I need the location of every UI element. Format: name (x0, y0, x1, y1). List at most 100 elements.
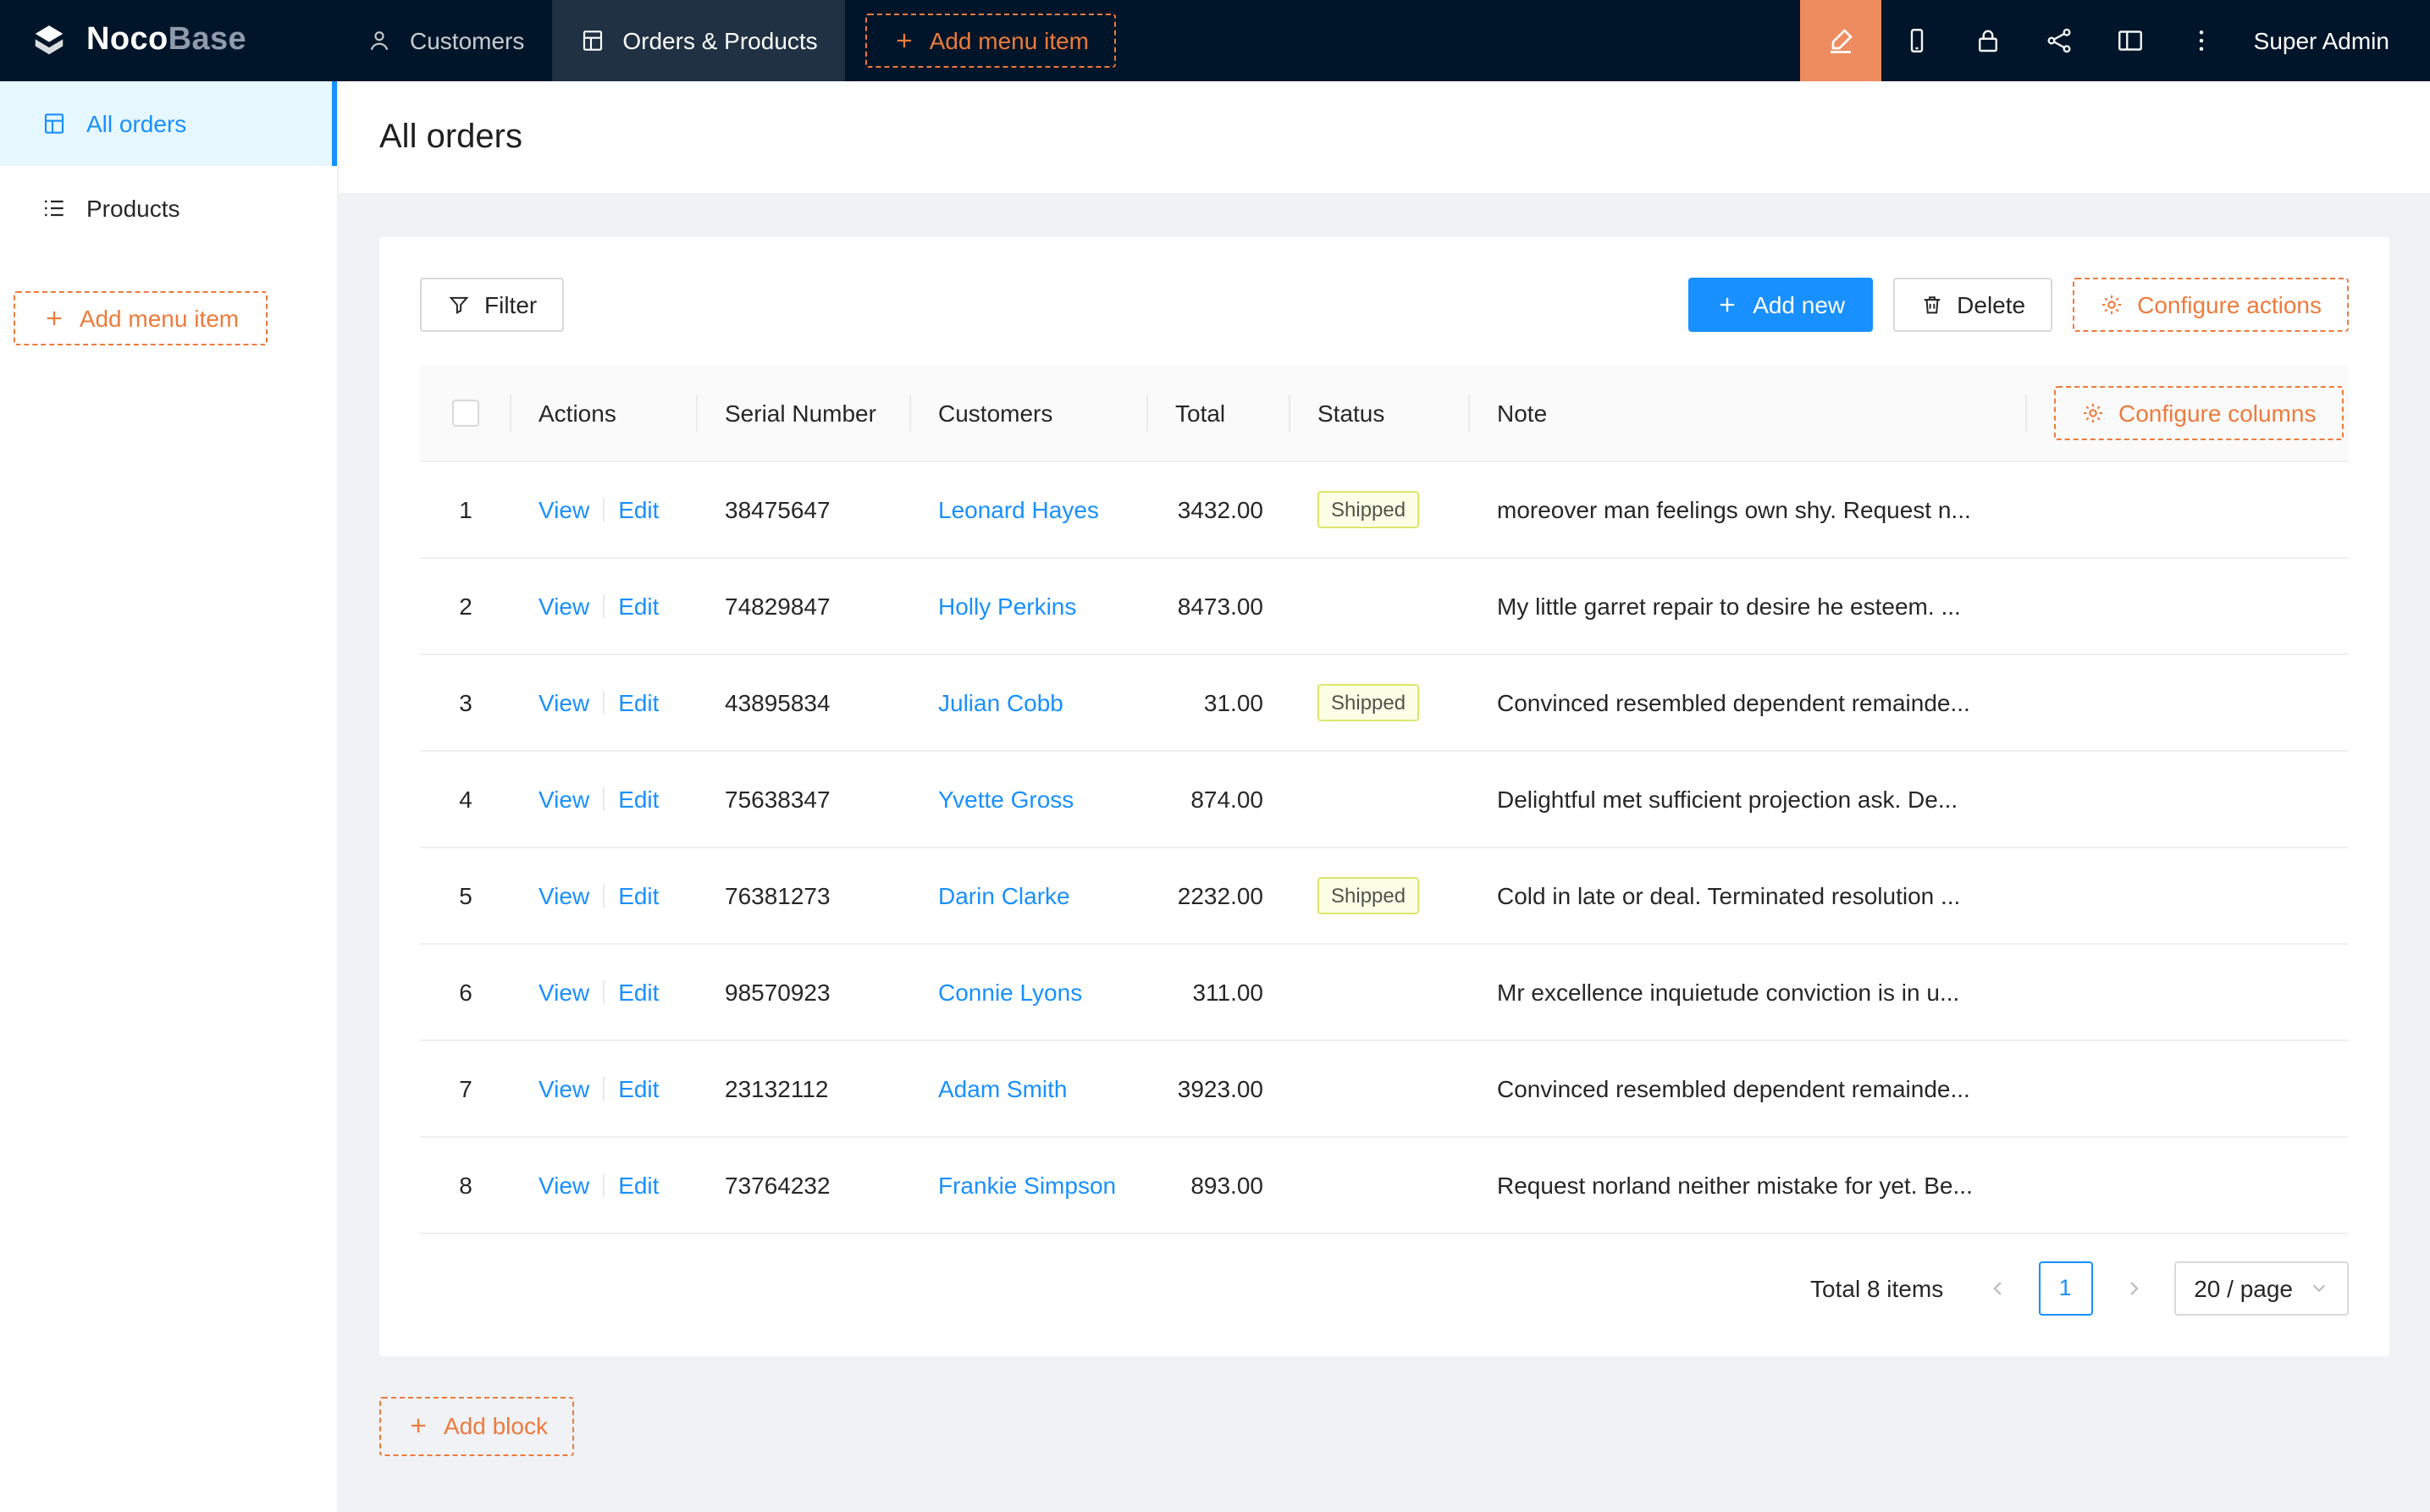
configure-columns-spacer-cell (2027, 1136, 2349, 1233)
action-divider (603, 593, 605, 617)
customer-link[interactable]: Connie Lyons (938, 978, 1082, 1005)
configure-columns-button[interactable]: Configure columns (2054, 386, 2343, 440)
status-cell (1290, 943, 1470, 1040)
add-block-button[interactable]: Add block (379, 1396, 575, 1455)
sidebar-item-products[interactable]: Products (0, 166, 337, 251)
row-index[interactable]: 2 (420, 557, 511, 654)
row-index[interactable]: 1 (420, 461, 511, 557)
status-cell (1290, 1040, 1470, 1136)
serial-cell: 74829847 (698, 557, 911, 654)
view-link[interactable]: View (538, 1171, 589, 1198)
customer-link[interactable]: Yvette Gross (938, 785, 1074, 812)
action-divider (603, 497, 605, 521)
view-link[interactable]: View (538, 495, 589, 522)
edit-link[interactable]: Edit (618, 978, 659, 1005)
action-divider (603, 690, 605, 714)
app-logo[interactable]: NocoBase (0, 19, 339, 63)
view-link[interactable]: View (538, 592, 589, 619)
view-link[interactable]: View (538, 688, 589, 715)
serial-cell: 38475647 (698, 461, 911, 557)
api-button[interactable] (2024, 0, 2095, 81)
pagination-next-button[interactable] (2106, 1261, 2160, 1315)
body-frame: All orders Products Add menu item All or… (0, 81, 2430, 1512)
list-icon (41, 195, 68, 222)
table-row[interactable]: 3 ViewEdit 43895834 Julian Cobb 31.00 Sh… (420, 654, 2349, 750)
edit-link[interactable]: Edit (618, 881, 659, 908)
add-new-button[interactable]: Add new (1688, 278, 1872, 332)
view-link[interactable]: View (538, 881, 589, 908)
customer-link[interactable]: Leonard Hayes (938, 495, 1099, 522)
more-button[interactable] (2166, 0, 2237, 81)
select-all-checkbox[interactable] (452, 400, 479, 428)
total-cell: 874.00 (1148, 750, 1290, 847)
status-cell (1290, 750, 1470, 847)
edit-link[interactable]: Edit (618, 1171, 659, 1198)
sidebar-item-label: All orders (86, 110, 186, 137)
header-add-menu-item-button[interactable]: Add menu item (865, 14, 1116, 68)
customer-link[interactable]: Darin Clarke (938, 881, 1070, 908)
note-cell: Convinced resembled dependent remainde..… (1470, 654, 2027, 750)
customer-link[interactable]: Holly Perkins (938, 592, 1076, 619)
edit-link[interactable]: Edit (618, 495, 659, 522)
row-index[interactable]: 7 (420, 1040, 511, 1136)
row-index[interactable]: 3 (420, 654, 511, 750)
customer-link[interactable]: Frankie Simpson (938, 1171, 1116, 1198)
filter-button[interactable]: Filter (420, 278, 564, 332)
customer-link[interactable]: Adam Smith (938, 1074, 1068, 1101)
pagination-prev-button[interactable] (1970, 1261, 2024, 1315)
table-row[interactable]: 1 ViewEdit 38475647 Leonard Hayes 3432.0… (420, 461, 2349, 557)
edit-link[interactable]: Edit (618, 688, 659, 715)
customer-link[interactable]: Julian Cobb (938, 688, 1063, 715)
serial-cell: 98570923 (698, 943, 911, 1040)
layout-button[interactable] (2095, 0, 2166, 81)
view-link[interactable]: View (538, 1074, 589, 1101)
view-link[interactable]: View (538, 785, 589, 812)
table-row[interactable]: 4 ViewEdit 75638347 Yvette Gross 874.00 … (420, 750, 2349, 847)
mobile-button[interactable] (1881, 0, 1952, 81)
row-index[interactable]: 5 (420, 847, 511, 943)
header-actions: Super Admin (1800, 0, 2430, 81)
filter-button-label: Filter (484, 291, 537, 318)
configure-actions-label: Configure actions (2137, 291, 2322, 318)
table-row[interactable]: 6 ViewEdit 98570923 Connie Lyons 311.00 … (420, 943, 2349, 1040)
table-row[interactable]: 5 ViewEdit 76381273 Darin Clarke 2232.00… (420, 847, 2349, 943)
edit-link[interactable]: Edit (618, 785, 659, 812)
configure-columns-spacer-cell (2027, 1040, 2349, 1136)
add-block-label: Add block (444, 1412, 548, 1439)
customer-cell: Yvette Gross (911, 750, 1148, 847)
sidebar-item-all-orders[interactable]: All orders (0, 81, 337, 166)
sidebar-add-menu-item-button[interactable]: Add menu item (14, 291, 268, 345)
mobile-icon (1902, 25, 1932, 56)
configure-columns-header: Configure columns (2027, 366, 2349, 461)
action-divider (603, 1076, 605, 1100)
lock-button[interactable] (1952, 0, 2024, 81)
page-size-select[interactable]: 20 / page (2173, 1261, 2349, 1315)
serial-cell: 73764232 (698, 1136, 911, 1233)
configure-actions-button[interactable]: Configure actions (2073, 278, 2349, 332)
row-index[interactable]: 8 (420, 1136, 511, 1233)
table-body: 1 ViewEdit 38475647 Leonard Hayes 3432.0… (420, 461, 2349, 1233)
pagination-page-1[interactable]: 1 (2038, 1261, 2092, 1315)
plus-icon (406, 1414, 430, 1438)
view-link[interactable]: View (538, 978, 589, 1005)
delete-button[interactable]: Delete (1892, 278, 2052, 332)
edit-link[interactable]: Edit (618, 592, 659, 619)
action-divider (603, 1173, 605, 1196)
nav-item-orders-products[interactable]: Orders & Products (551, 0, 844, 81)
orders-icon (41, 110, 68, 137)
table-row[interactable]: 8 ViewEdit 73764232 Frankie Simpson 893.… (420, 1136, 2349, 1233)
column-header-status: Status (1290, 366, 1470, 461)
edit-link[interactable]: Edit (618, 1074, 659, 1101)
action-divider (603, 979, 605, 1003)
customer-cell: Julian Cobb (911, 654, 1148, 750)
table-row[interactable]: 2 ViewEdit 74829847 Holly Perkins 8473.0… (420, 557, 2349, 654)
user-menu[interactable]: Super Admin (2254, 27, 2389, 54)
row-index[interactable]: 4 (420, 750, 511, 847)
sidebar: All orders Products Add menu item (0, 81, 339, 1512)
select-all-header (420, 366, 511, 461)
status-cell: Shipped (1290, 847, 1470, 943)
row-index[interactable]: 6 (420, 943, 511, 1040)
nav-item-customers[interactable]: Customers (339, 0, 551, 81)
ui-editor-button[interactable] (1800, 0, 1881, 81)
table-row[interactable]: 7 ViewEdit 23132112 Adam Smith 3923.00 C… (420, 1040, 2349, 1136)
